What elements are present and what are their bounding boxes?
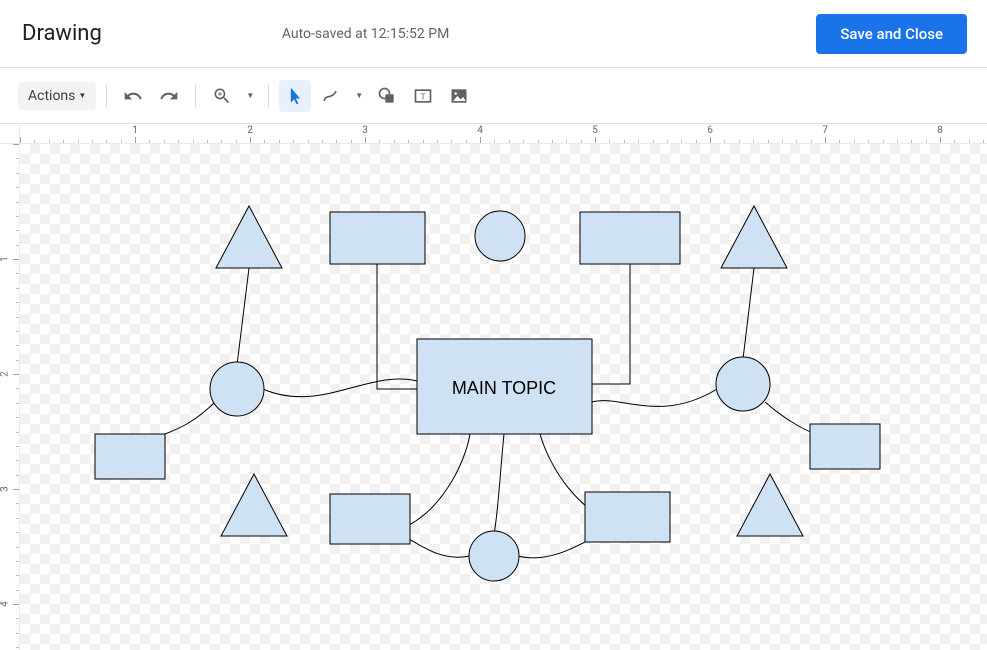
ruler-h-label: 2 (247, 125, 253, 136)
toolbar-separator (195, 84, 196, 108)
connector[interactable] (518, 537, 595, 558)
rect-shape[interactable] (330, 212, 425, 264)
redo-icon (159, 86, 179, 106)
image-tool-button[interactable] (443, 80, 475, 112)
toolbar-separator (268, 84, 269, 108)
zoom-dropdown-caret[interactable]: ▼ (242, 91, 258, 100)
diagram[interactable]: MAIN TOPIC (20, 144, 987, 650)
connector[interactable] (165, 402, 215, 434)
shape-tool-button[interactable] (371, 80, 403, 112)
redo-button[interactable] (153, 80, 185, 112)
caret-down-icon: ▼ (78, 91, 86, 100)
ruler-h-label: 3 (362, 125, 368, 136)
ruler-v-label: 2 (0, 371, 10, 377)
drawing-canvas[interactable]: MAIN TOPIC (20, 144, 987, 650)
main-topic-label: MAIN TOPIC (452, 378, 556, 398)
dialog-header: Drawing Auto-saved at 12:15:52 PM Save a… (0, 0, 987, 68)
zoom-icon (212, 86, 232, 106)
textbox-icon: T (413, 86, 433, 106)
connector[interactable] (377, 264, 417, 389)
ruler-corner (0, 124, 20, 144)
undo-icon (123, 86, 143, 106)
triangle-shape[interactable] (721, 206, 787, 268)
rect-shape[interactable] (585, 492, 670, 542)
image-icon (449, 86, 469, 106)
ruler-h-label: 1 (132, 125, 138, 136)
connector[interactable] (494, 434, 504, 534)
connector[interactable] (405, 537, 470, 557)
ruler-h-label: 5 (592, 125, 598, 136)
rect-shape[interactable] (580, 212, 680, 264)
shape-icon (377, 86, 397, 106)
ruler-h-label: 7 (822, 125, 828, 136)
undo-button[interactable] (117, 80, 149, 112)
rect-shape[interactable] (95, 434, 165, 479)
triangle-shape[interactable] (221, 474, 287, 536)
canvas-area: 1 2 3 4 5 6 7 8 1 2 3 4 (0, 124, 987, 650)
triangle-shape[interactable] (737, 474, 803, 536)
autosave-status: Auto-saved at 12:15:52 PM (282, 26, 449, 42)
circle-shape[interactable] (469, 531, 519, 581)
ruler-v-label: 3 (0, 486, 10, 492)
rect-shape[interactable] (330, 494, 410, 544)
circle-shape[interactable] (716, 357, 770, 411)
line-tool-button[interactable] (315, 80, 347, 112)
connector[interactable] (263, 379, 417, 397)
rect-shape[interactable] (810, 424, 880, 469)
toolbar: Actions ▼ ▼ ▼ T (0, 68, 987, 124)
connector[interactable] (237, 268, 249, 365)
ruler-h-label: 4 (477, 125, 483, 136)
svg-text:T: T (421, 91, 426, 101)
save-and-close-button[interactable]: Save and Close (816, 14, 967, 54)
triangle-shape[interactable] (216, 206, 282, 268)
dialog-title: Drawing (22, 21, 102, 46)
ruler-h-label: 8 (937, 125, 943, 136)
connector[interactable] (592, 264, 630, 384)
ruler-h-label: 6 (707, 125, 713, 136)
circle-shape[interactable] (210, 362, 264, 416)
cursor-icon (285, 86, 305, 106)
actions-label: Actions (28, 88, 75, 104)
ruler-v-label: 4 (0, 601, 10, 607)
connector[interactable] (592, 389, 717, 406)
horizontal-ruler[interactable]: 1 2 3 4 5 6 7 8 (20, 124, 987, 144)
toolbar-separator (106, 84, 107, 108)
line-dropdown-caret[interactable]: ▼ (351, 91, 367, 100)
zoom-button[interactable] (206, 80, 238, 112)
select-tool-button[interactable] (279, 80, 311, 112)
ruler-v-label: 1 (0, 256, 10, 262)
circle-shape[interactable] (475, 211, 525, 261)
line-icon (321, 86, 341, 106)
vertical-ruler[interactable]: 1 2 3 4 (0, 144, 20, 650)
textbox-tool-button[interactable]: T (407, 80, 439, 112)
actions-menu-button[interactable]: Actions ▼ (18, 82, 96, 110)
connector[interactable] (743, 268, 754, 359)
